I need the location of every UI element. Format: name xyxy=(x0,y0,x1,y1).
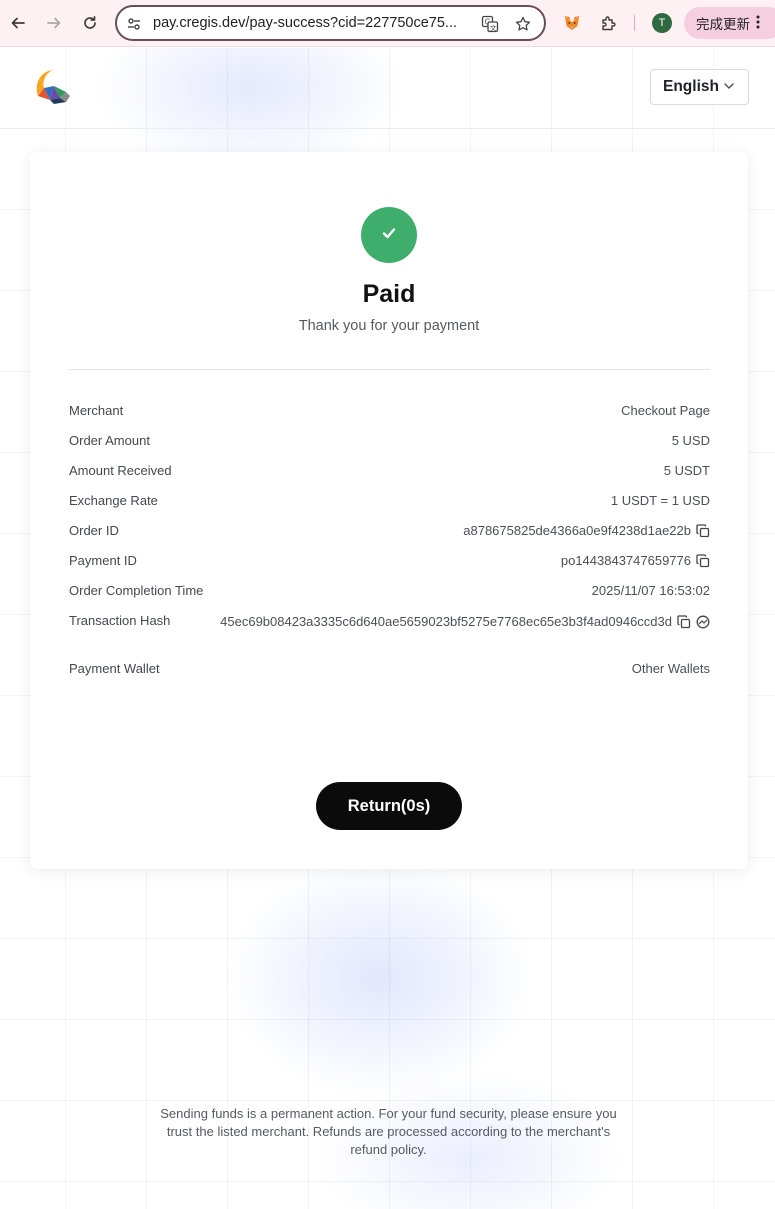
site-info-icon[interactable] xyxy=(125,15,143,33)
copy-icon[interactable] xyxy=(696,553,710,568)
detail-label: Order Completion Time xyxy=(69,583,204,598)
back-arrow-icon[interactable] xyxy=(7,12,29,34)
detail-value: po1443843747659776 xyxy=(560,553,691,568)
toolbar-separator xyxy=(634,15,635,31)
detail-value: 5 USD xyxy=(671,433,710,448)
divider xyxy=(69,369,710,370)
copy-icon[interactable] xyxy=(696,523,710,538)
url-text[interactable]: pay.cregis.dev/pay-success?cid=227750ce7… xyxy=(153,15,473,31)
site-header: English xyxy=(0,48,775,129)
detail-value: Checkout Page xyxy=(621,403,710,418)
detail-row-completion-time: Order Completion Time 2025/11/07 16:53:0… xyxy=(69,581,710,611)
detail-label: Payment ID xyxy=(69,553,137,568)
chevron-down-icon xyxy=(722,79,736,93)
translate-icon[interactable]: G文 xyxy=(481,15,499,33)
detail-row-merchant: Merchant Checkout Page xyxy=(69,401,710,431)
payment-details: Merchant Checkout Page Order Amount 5 US… xyxy=(69,401,710,689)
extensions-icon[interactable] xyxy=(597,12,619,34)
detail-value: 5 USDT xyxy=(663,463,710,478)
status-subtitle: Thank you for your payment xyxy=(298,318,480,334)
detail-row-payment-id: Payment ID po1443843747659776 xyxy=(69,551,710,581)
browser-toolbar: pay.cregis.dev/pay-success?cid=227750ce7… xyxy=(0,0,775,47)
payment-result-card: Paid Thank you for your payment Merchant… xyxy=(30,152,748,869)
detail-row-order-amount: Order Amount 5 USD xyxy=(69,431,710,461)
more-icon xyxy=(756,15,760,32)
transaction-hash-value: 45ec69b08423a3335c6d640ae5659023bf5275e7… xyxy=(220,614,672,629)
detail-value: Other Wallets xyxy=(631,661,710,676)
cregis-logo-icon[interactable] xyxy=(30,66,74,106)
language-label: English xyxy=(663,78,719,95)
forward-arrow-icon[interactable] xyxy=(43,12,65,34)
success-badge xyxy=(361,207,417,263)
detail-value: 2025/11/07 16:53:02 xyxy=(591,583,710,598)
copy-icon[interactable] xyxy=(677,614,691,629)
detail-row-exchange-rate: Exchange Rate 1 USDT = 1 USD xyxy=(69,491,710,521)
detail-label: Order ID xyxy=(69,523,119,538)
detail-row-order-id: Order ID a878675825de4366a0e9f4238d1ae22… xyxy=(69,521,710,551)
detail-label: Merchant xyxy=(69,403,124,418)
detail-label: Amount Received xyxy=(69,463,172,478)
language-select[interactable]: English xyxy=(650,69,749,105)
return-button[interactable]: Return(0s) xyxy=(316,782,462,830)
update-button-label: 完成更新 xyxy=(696,17,750,32)
explorer-icon[interactable] xyxy=(696,615,710,629)
detail-row-payment-wallet: Payment Wallet Other Wallets xyxy=(69,659,710,689)
detail-label: Exchange Rate xyxy=(69,493,158,508)
detail-value: 1 USDT = 1 USD xyxy=(610,493,710,508)
update-button[interactable]: 完成更新 xyxy=(684,7,775,39)
disclaimer-text: Sending funds is a permanent action. For… xyxy=(160,1106,617,1157)
bookmark-star-icon[interactable] xyxy=(514,15,532,33)
address-bar[interactable]: pay.cregis.dev/pay-success?cid=227750ce7… xyxy=(115,5,546,41)
reload-icon[interactable] xyxy=(79,12,101,34)
checkmark-icon xyxy=(380,224,398,247)
page-body: English Paid Thank you for your payment … xyxy=(0,48,775,1209)
status-title: Paid xyxy=(362,280,416,308)
detail-row-transaction-hash: Transaction Hash 45ec69b08423a3335c6d640… xyxy=(69,611,710,659)
detail-label: Transaction Hash xyxy=(69,613,171,628)
detail-row-amount-received: Amount Received 5 USDT xyxy=(69,461,710,491)
detail-label: Payment Wallet xyxy=(69,661,160,676)
detail-label: Order Amount xyxy=(69,433,150,448)
metamask-icon[interactable] xyxy=(561,12,583,34)
detail-value: a878675825de4366a0e9f4238d1ae22b xyxy=(463,523,691,538)
profile-avatar[interactable]: T xyxy=(652,13,672,33)
svg-text:文: 文 xyxy=(490,23,497,32)
